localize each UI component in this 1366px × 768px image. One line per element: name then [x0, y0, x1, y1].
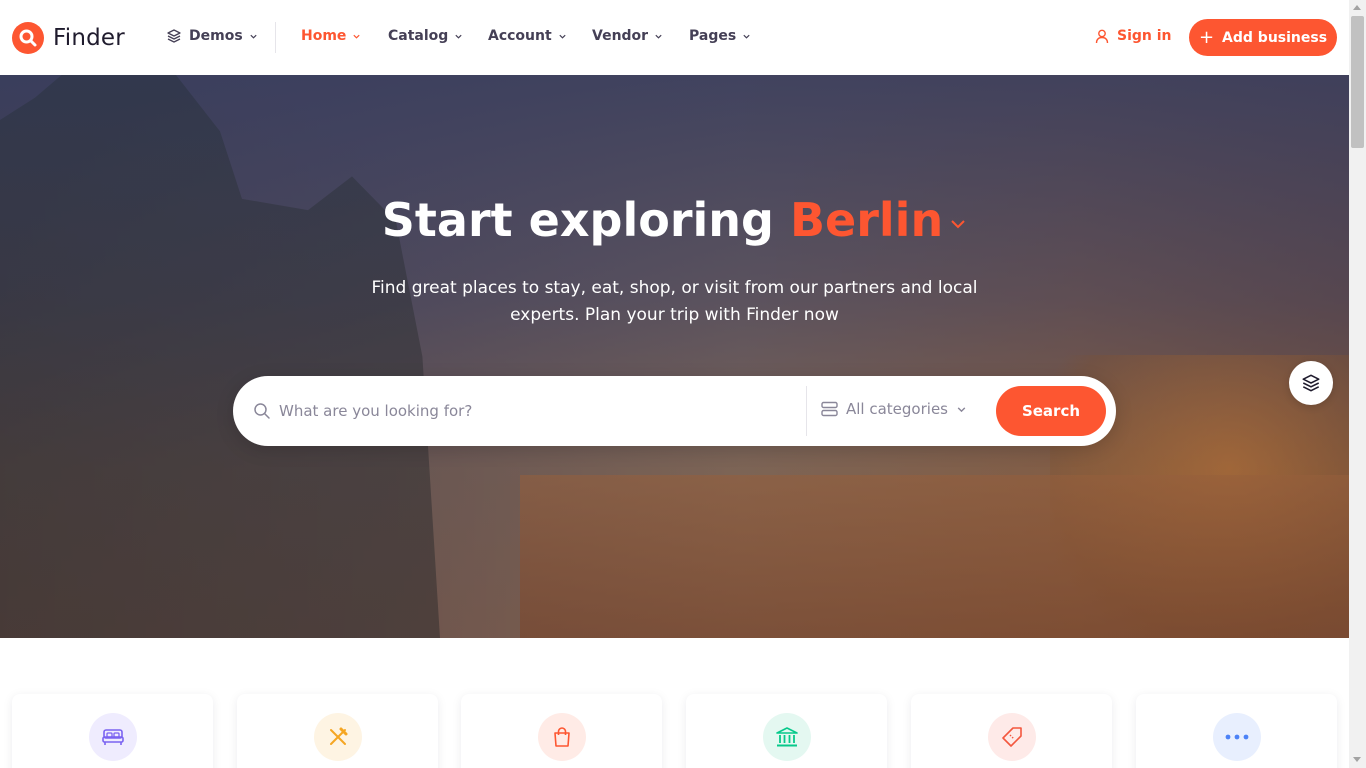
chevron-down-icon	[743, 34, 750, 39]
hero-background-cathedral	[0, 75, 440, 638]
hero-subtitle: Find great places to stay, eat, shop, or…	[371, 278, 978, 325]
logo[interactable]: Finder	[12, 22, 125, 54]
nav-demos-label: Demos	[189, 28, 243, 44]
layers-toggle-button[interactable]	[1289, 361, 1333, 405]
nav-pages[interactable]: Pages	[689, 28, 751, 44]
bed-icon	[89, 713, 137, 761]
layers-icon	[167, 29, 181, 43]
nav-divider	[275, 22, 276, 53]
utensils-icon	[314, 713, 362, 761]
category-card-events[interactable]	[911, 694, 1112, 768]
search-input[interactable]	[279, 395, 779, 427]
nav-pages-label: Pages	[689, 28, 737, 44]
category-cards	[0, 694, 1349, 768]
chevron-down-icon	[951, 219, 965, 228]
nav-home-label: Home	[301, 28, 347, 44]
hero-section: Start exploring Berlin Find great places…	[0, 75, 1349, 638]
shopping-bag-icon	[538, 713, 586, 761]
hero-title: Start exploring Berlin	[0, 193, 1349, 247]
logo-search-icon	[12, 22, 44, 54]
search-divider	[806, 386, 807, 436]
city-selector[interactable]: Berlin	[790, 193, 967, 247]
scrollbar-thumb[interactable]	[1351, 16, 1364, 148]
chevron-down-icon	[559, 34, 566, 39]
more-icon	[1213, 713, 1261, 761]
nav-account-label: Account	[488, 28, 552, 44]
scroll-up-arrow[interactable]	[1353, 5, 1361, 10]
add-business-button[interactable]: + Add business	[1189, 19, 1337, 56]
nav-demos[interactable]: Demos	[167, 28, 258, 44]
add-business-label: Add business	[1222, 29, 1328, 46]
plus-icon: +	[1198, 26, 1215, 48]
page-scrollbar[interactable]	[1349, 0, 1366, 768]
search-button[interactable]: Search	[996, 386, 1106, 436]
logo-text: Finder	[53, 25, 125, 51]
site-header: Finder Demos Home Catalog Account Vendor…	[0, 0, 1349, 75]
search-icon	[254, 403, 270, 419]
search-bar: All categories Search	[233, 376, 1116, 446]
category-card-museums[interactable]	[686, 694, 887, 768]
category-card-more[interactable]	[1136, 694, 1337, 768]
chevron-down-icon	[957, 406, 966, 412]
list-icon	[821, 401, 838, 417]
category-select[interactable]: All categories	[821, 400, 967, 418]
sign-in-link[interactable]: Sign in	[1095, 28, 1172, 44]
chevron-down-icon	[250, 34, 257, 39]
nav-account[interactable]: Account	[488, 28, 567, 44]
ticket-icon	[988, 713, 1036, 761]
chevron-down-icon	[655, 34, 662, 39]
category-select-value: All categories	[846, 400, 948, 418]
category-card-accommodation[interactable]	[12, 694, 213, 768]
nav-vendor[interactable]: Vendor	[592, 28, 663, 44]
hero-title-prefix: Start exploring	[381, 193, 774, 247]
chevron-down-icon	[353, 34, 361, 39]
nav-vendor-label: Vendor	[592, 28, 649, 44]
sign-in-label: Sign in	[1117, 28, 1172, 44]
nav-catalog[interactable]: Catalog	[388, 28, 463, 44]
chevron-down-icon	[455, 34, 462, 39]
museum-icon	[763, 713, 811, 761]
city-name: Berlin	[789, 193, 944, 247]
scroll-down-arrow[interactable]	[1353, 757, 1361, 762]
nav-home[interactable]: Home	[301, 28, 361, 44]
layers-icon	[1302, 374, 1320, 392]
hero-background-park	[520, 475, 1349, 638]
nav-catalog-label: Catalog	[388, 28, 449, 44]
user-icon	[1095, 29, 1109, 43]
category-card-food[interactable]	[237, 694, 438, 768]
category-card-shopping[interactable]	[461, 694, 662, 768]
